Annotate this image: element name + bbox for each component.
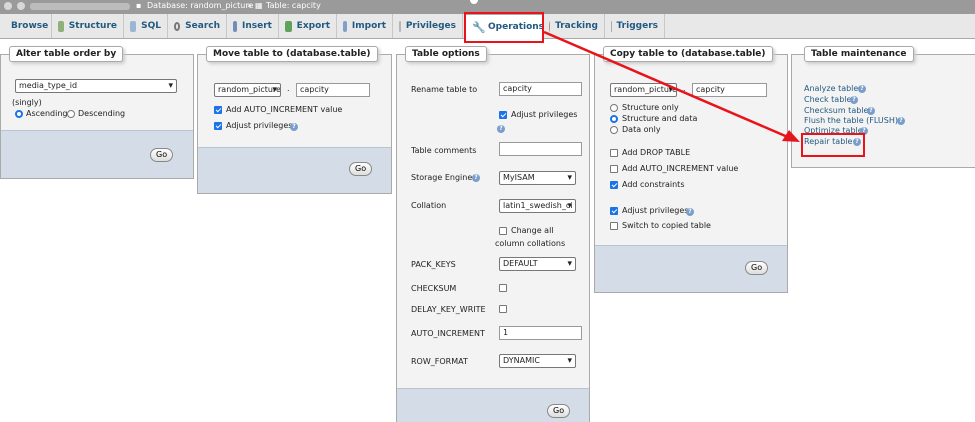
- annotation-arrow-icon: [543, 30, 800, 142]
